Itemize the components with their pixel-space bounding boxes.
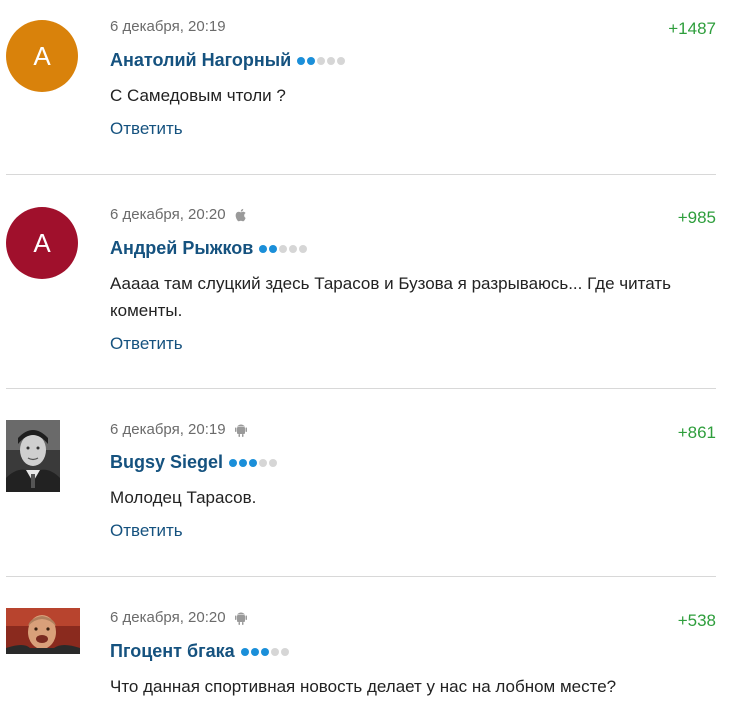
author-rating: [240, 647, 289, 656]
reply-button[interactable]: Ответить: [110, 521, 183, 541]
author-rating: [297, 56, 346, 65]
avatar[interactable]: [6, 420, 60, 492]
avatar[interactable]: [6, 608, 80, 654]
author-name[interactable]: Bugsy Siegel: [110, 452, 223, 473]
author-name[interactable]: Андрей Рыжков: [110, 238, 253, 259]
comment-text: С Самедовым чтоли ?: [110, 86, 286, 105]
comment-meta: 6 декабря, 20:20: [110, 609, 248, 626]
author-name[interactable]: Пгоцент бгака: [110, 641, 235, 662]
comment-date: 6 декабря, 20:20: [110, 206, 226, 223]
author-name[interactable]: Анатолий Нагорный: [110, 50, 291, 71]
comment-author[interactable]: Андрей Рыжков: [110, 238, 308, 259]
comment-score: +861: [677, 423, 716, 442]
divider: [6, 576, 716, 577]
comment-text: Что данная спортивная новость делает у н…: [110, 677, 617, 696]
apple-icon: [234, 207, 248, 223]
divider: [6, 174, 716, 175]
comment-score: +985: [677, 208, 716, 227]
comment-date: 6 декабря, 20:20: [110, 609, 226, 626]
author-rating: [229, 458, 278, 467]
comment-author[interactable]: Bugsy Siegel: [110, 452, 278, 473]
divider: [6, 388, 716, 389]
comment-score: +538: [677, 611, 716, 630]
author-rating: [259, 244, 308, 253]
reply-button[interactable]: Ответить: [110, 334, 183, 354]
android-icon: [234, 422, 248, 438]
comment-score: +1487: [668, 19, 716, 38]
comment-meta: 6 декабря, 20:19: [110, 18, 226, 35]
comment-meta: 6 декабря, 20:20: [110, 206, 248, 223]
android-icon: [234, 610, 248, 626]
avatar-photo-image: [6, 608, 80, 654]
comment-text: Ааааа там слуцкий здесь Тарасов и Бузова…: [110, 274, 671, 320]
comment-text: Молодец Тарасов.: [110, 488, 257, 507]
reply-button[interactable]: Ответить: [110, 119, 183, 139]
comment-date: 6 декабря, 20:19: [110, 18, 226, 35]
comment-date: 6 декабря, 20:19: [110, 421, 226, 438]
comment-author[interactable]: Анатолий Нагорный: [110, 50, 346, 71]
avatar[interactable]: A: [6, 20, 78, 92]
comment-author[interactable]: Пгоцент бгака: [110, 641, 289, 662]
comment-meta: 6 декабря, 20:19: [110, 421, 248, 438]
avatar-photo-image: [6, 420, 60, 492]
avatar[interactable]: A: [6, 207, 78, 279]
